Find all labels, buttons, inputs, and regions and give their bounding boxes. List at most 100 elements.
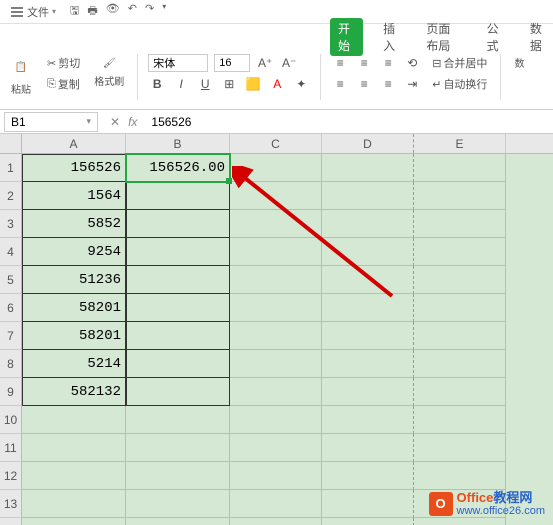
row-header-14[interactable]: 14: [0, 518, 22, 525]
cell-A5[interactable]: 51236: [22, 266, 126, 294]
cell-B12[interactable]: [126, 462, 230, 490]
cell-B3[interactable]: [126, 210, 230, 238]
cell-C7[interactable]: [230, 322, 322, 350]
select-all-corner[interactable]: [0, 134, 22, 153]
cell-D10[interactable]: [322, 406, 414, 434]
increase-font-icon[interactable]: A⁺: [256, 54, 274, 72]
cell-C6[interactable]: [230, 294, 322, 322]
cell-C5[interactable]: [230, 266, 322, 294]
decrease-font-icon[interactable]: A⁻: [280, 54, 298, 72]
cell-A10[interactable]: [22, 406, 126, 434]
cell-D12[interactable]: [322, 462, 414, 490]
cell-A8[interactable]: 5214: [22, 350, 126, 378]
cell-C3[interactable]: [230, 210, 322, 238]
font-size-select[interactable]: [214, 54, 250, 72]
row-header-10[interactable]: 10: [0, 406, 22, 434]
fx-icon[interactable]: fx: [128, 115, 137, 129]
row-header-7[interactable]: 7: [0, 322, 22, 350]
cell-A6[interactable]: 58201: [22, 294, 126, 322]
cell-E8[interactable]: [414, 350, 506, 378]
cell-E11[interactable]: [414, 434, 506, 462]
col-header-D[interactable]: D: [322, 134, 414, 153]
row-header-3[interactable]: 3: [0, 210, 22, 238]
copy-button[interactable]: ⎘ 复制: [44, 75, 83, 93]
cell-D8[interactable]: [322, 350, 414, 378]
cell-E2[interactable]: [414, 182, 506, 210]
cell-A3[interactable]: 5852: [22, 210, 126, 238]
cell-B9[interactable]: [126, 378, 230, 406]
font-color-button[interactable]: A: [268, 75, 286, 93]
cell-E1[interactable]: [414, 154, 506, 182]
merge-center-button[interactable]: ⊟ 合并居中: [429, 54, 490, 72]
undo-icon[interactable]: ↶: [128, 2, 137, 21]
cell-B11[interactable]: [126, 434, 230, 462]
row-header-2[interactable]: 2: [0, 182, 22, 210]
cell-C9[interactable]: [230, 378, 322, 406]
format-painter-button[interactable]: 🖌 格式刷: [91, 54, 127, 89]
cell-B7[interactable]: [126, 322, 230, 350]
row-header-6[interactable]: 6: [0, 294, 22, 322]
fill-color-button[interactable]: 🟨: [244, 75, 262, 93]
col-header-A[interactable]: A: [22, 134, 126, 153]
cell-C13[interactable]: [230, 490, 322, 518]
cut-button[interactable]: ✂ 剪切: [44, 54, 83, 72]
redo-icon[interactable]: ↷: [145, 2, 154, 21]
cell-D2[interactable]: [322, 182, 414, 210]
cell-E4[interactable]: [414, 238, 506, 266]
col-header-C[interactable]: C: [230, 134, 322, 153]
italic-button[interactable]: I: [172, 75, 190, 93]
cell-E10[interactable]: [414, 406, 506, 434]
cell-E7[interactable]: [414, 322, 506, 350]
cell-A13[interactable]: [22, 490, 126, 518]
paste-button[interactable]: 📋 粘贴: [6, 54, 36, 97]
cell-E6[interactable]: [414, 294, 506, 322]
row-header-12[interactable]: 12: [0, 462, 22, 490]
cell-E14[interactable]: [414, 518, 506, 525]
row-header-4[interactable]: 4: [0, 238, 22, 266]
row-header-8[interactable]: 8: [0, 350, 22, 378]
cell-C11[interactable]: [230, 434, 322, 462]
indent-icon[interactable]: ⇥: [403, 75, 421, 93]
cell-C12[interactable]: [230, 462, 322, 490]
cell-C10[interactable]: [230, 406, 322, 434]
cell-C14[interactable]: [230, 518, 322, 525]
align-middle-icon[interactable]: ≡: [355, 54, 373, 72]
effects-button[interactable]: ✦: [292, 75, 310, 93]
row-header-11[interactable]: 11: [0, 434, 22, 462]
wrap-text-button[interactable]: ↵ 自动换行: [429, 75, 490, 93]
cell-C1[interactable]: [230, 154, 322, 182]
cell-B2[interactable]: [126, 182, 230, 210]
align-right-icon[interactable]: ≡: [379, 75, 397, 93]
cell-B13[interactable]: [126, 490, 230, 518]
print-icon[interactable]: 🖶: [87, 2, 97, 21]
cell-A11[interactable]: [22, 434, 126, 462]
cell-A9[interactable]: 582132: [22, 378, 126, 406]
tab-insert[interactable]: 插入: [377, 17, 406, 57]
cell-D14[interactable]: [322, 518, 414, 525]
row-header-1[interactable]: 1: [0, 154, 22, 182]
align-bottom-icon[interactable]: ≡: [379, 54, 397, 72]
save-icon[interactable]: 🖫: [70, 2, 79, 21]
tab-data[interactable]: 数据: [524, 17, 553, 57]
tab-formula[interactable]: 公式: [481, 17, 510, 57]
preview-icon[interactable]: 👁: [106, 2, 120, 21]
cell-D11[interactable]: [322, 434, 414, 462]
cell-B14[interactable]: [126, 518, 230, 525]
cell-D1[interactable]: [322, 154, 414, 182]
cell-E9[interactable]: [414, 378, 506, 406]
font-name-select[interactable]: [148, 54, 208, 72]
row-header-9[interactable]: 9: [0, 378, 22, 406]
cell-B5[interactable]: [126, 266, 230, 294]
cell-D4[interactable]: [322, 238, 414, 266]
chevron-down-icon[interactable]: ▾: [162, 2, 166, 21]
cell-C8[interactable]: [230, 350, 322, 378]
underline-button[interactable]: U: [196, 75, 214, 93]
cell-D5[interactable]: [322, 266, 414, 294]
cell-D9[interactable]: [322, 378, 414, 406]
cancel-icon[interactable]: ✕: [110, 115, 120, 129]
align-center-icon[interactable]: ≡: [355, 75, 373, 93]
tab-start[interactable]: 开始: [330, 18, 363, 56]
cell-D7[interactable]: [322, 322, 414, 350]
bold-button[interactable]: B: [148, 75, 166, 93]
cell-C2[interactable]: [230, 182, 322, 210]
